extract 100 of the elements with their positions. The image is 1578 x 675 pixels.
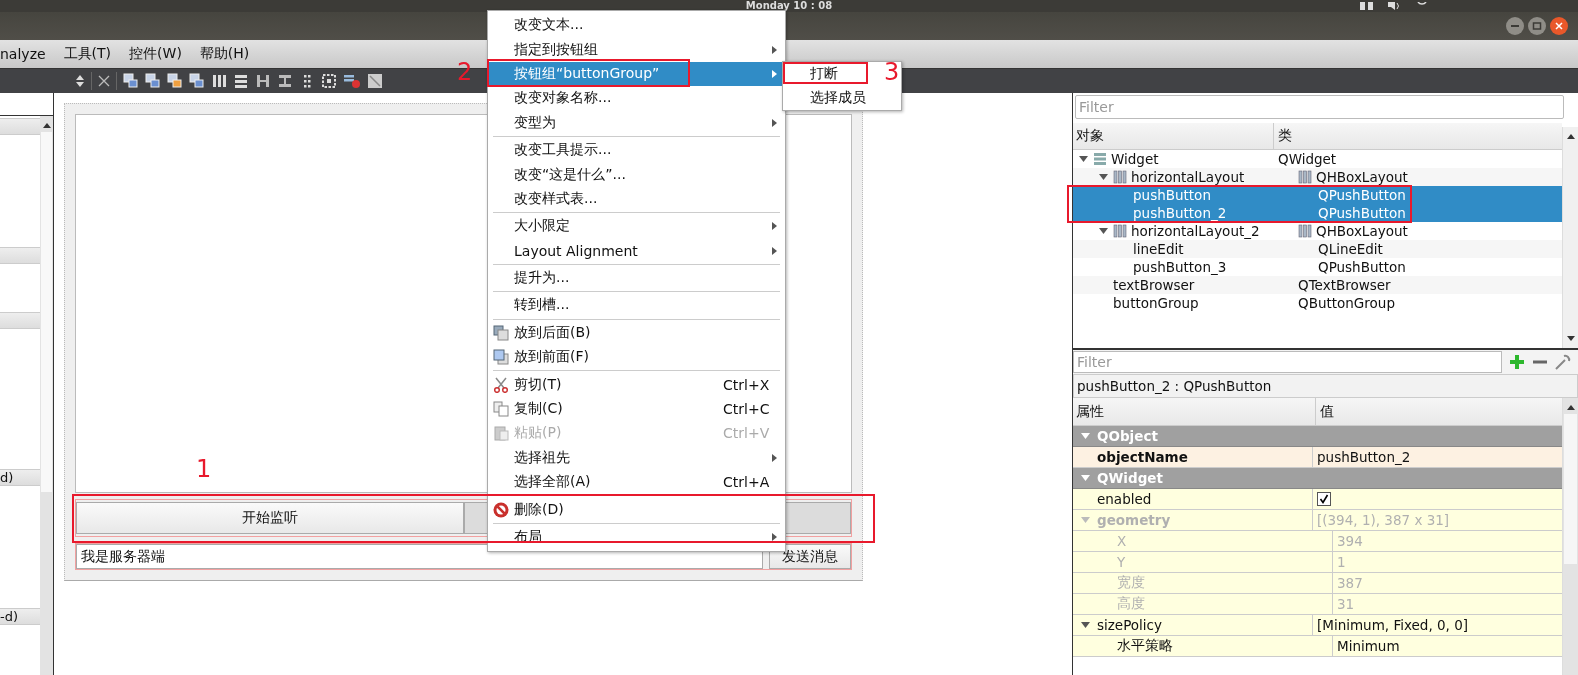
property-name: geometry [1097, 512, 1171, 528]
minimize-button[interactable] [1506, 17, 1524, 35]
send-button[interactable]: 发送消息 [769, 544, 851, 569]
up-down-arrows-icon[interactable] [75, 74, 85, 88]
annotation-number: 1 [196, 455, 212, 483]
tree-row[interactable]: Widget QWidget [1073, 150, 1562, 168]
scrollbar[interactable] [1562, 398, 1578, 675]
menu-item[interactable]: 改变文本... [488, 13, 785, 38]
expand-arrow-icon[interactable] [1098, 174, 1108, 180]
no-sign-icon [492, 500, 510, 519]
form-icon [1093, 152, 1107, 166]
expand-arrow-icon[interactable] [1098, 228, 1108, 234]
property-name: 宽度 [1117, 574, 1145, 592]
menu-item[interactable]: 放到前面(F) [488, 345, 785, 370]
tree-row[interactable]: horizontalLayout QHBoxLayout [1073, 168, 1562, 186]
expand-arrow-icon[interactable] [1080, 622, 1090, 628]
category-header[interactable]: d) [0, 469, 40, 486]
columns-icon [1113, 224, 1127, 238]
class-name: QPushButton [1318, 188, 1406, 202]
menu-item[interactable]: 工具(T) [61, 45, 114, 63]
menu-item[interactable]: 选择成员 [783, 86, 901, 110]
tree-row[interactable]: horizontalLayout_2 QHBoxLayout [1073, 222, 1562, 240]
menu-item[interactable]: 改变“这是什么”... [488, 162, 785, 187]
property-name: 高度 [1117, 595, 1145, 613]
menu-item[interactable]: 转到槽... [488, 293, 785, 318]
layout-icon[interactable] [233, 73, 249, 89]
class-name: QTextBrowser [1298, 278, 1391, 292]
object-name: horizontalLayout_2 [1131, 224, 1260, 238]
menu-item[interactable]: 剪切(T) Ctrl+X [488, 372, 785, 397]
object-name: pushButton [1133, 188, 1211, 202]
scroll-up-icon[interactable] [1566, 404, 1575, 410]
bring-front-icon [493, 349, 509, 366]
property-name: sizePolicy [1097, 617, 1162, 633]
scroll-down-icon[interactable] [1566, 336, 1575, 342]
menu-item[interactable]: 改变对象名称... [488, 86, 785, 111]
object-name: textBrowser [1113, 278, 1195, 292]
tree-row[interactable]: pushButton_3 QPushButton [1073, 258, 1562, 276]
edit-mode-icon[interactable] [189, 73, 205, 89]
scrollbar[interactable] [1562, 127, 1578, 348]
menu-item[interactable]: 选择全部(A) Ctrl+A [488, 470, 785, 495]
menu-item[interactable]: 复制(C) Ctrl+C [488, 396, 785, 422]
class-name: QWidget [1278, 152, 1337, 166]
menu-item[interactable]: 按钮组“buttonGroup” [488, 61, 785, 87]
layout-icon[interactable] [277, 73, 293, 89]
menu-item[interactable]: 变型为 [488, 110, 785, 135]
property-value[interactable]: pushButton_2 [1317, 449, 1411, 465]
property-value[interactable]: Minimum [1337, 638, 1400, 654]
tree-row[interactable]: textBrowser QTextBrowser [1073, 276, 1562, 294]
layout-icon[interactable] [321, 73, 337, 89]
layout-icon[interactable] [255, 73, 271, 89]
tree-row[interactable]: buttonGroup QButtonGroup [1073, 294, 1562, 312]
close-icon[interactable] [98, 75, 110, 87]
class-name: QButtonGroup [1298, 296, 1395, 310]
scrollbar[interactable] [40, 116, 53, 675]
property-name: enabled [1097, 491, 1152, 507]
layout-icon[interactable] [211, 73, 227, 89]
class-name: QLineEdit [1318, 242, 1383, 256]
menu-item[interactable]: Layout Alignment [488, 238, 785, 263]
clock: Monday 10 : 08 [745, 0, 833, 12]
maximize-button[interactable] [1528, 17, 1546, 35]
sound-icon[interactable] [1388, 2, 1402, 10]
maximize-icon [1532, 21, 1542, 31]
columns-icon [1113, 170, 1127, 184]
expand-arrow-icon[interactable] [1078, 156, 1088, 162]
menu-item[interactable]: 指定到按钮组 [488, 37, 785, 62]
edit-mode-icon[interactable] [167, 73, 183, 89]
columns-icon [1298, 224, 1312, 238]
menu-item[interactable]: 改变样式表... [488, 186, 785, 212]
menu-item[interactable]: nalyze [0, 46, 48, 62]
menu-item[interactable]: 删除(D) [488, 497, 785, 522]
class-name: QHBoxLayout [1316, 224, 1408, 238]
menu-item[interactable]: 控件(W) [127, 45, 184, 63]
break-layout-icon[interactable] [343, 73, 361, 89]
object-name: pushButton_2 [1133, 206, 1227, 220]
property-name: Y [1117, 554, 1126, 570]
tree-row[interactable]: pushButton_2 QPushButton [1073, 204, 1562, 222]
column-header[interactable]: 值 [1316, 398, 1562, 425]
menu-item[interactable]: 提升为... [488, 265, 785, 291]
menu-item[interactable]: 放到后面(B) [488, 320, 785, 346]
checkbox[interactable] [1317, 492, 1331, 506]
column-header[interactable]: 类 [1274, 123, 1562, 149]
category-header[interactable]: -d) [0, 608, 40, 625]
menu-item[interactable]: 选择祖先 [488, 445, 785, 471]
menu-item[interactable]: 帮助(H) [197, 45, 252, 63]
object-name: pushButton_3 [1133, 260, 1227, 274]
scroll-up-icon[interactable] [42, 122, 51, 128]
tree-row[interactable]: lineEdit QLineEdit [1073, 240, 1562, 258]
tree-row[interactable]: pushButton QPushButton [1073, 186, 1562, 204]
object-title: pushButton_2 : QPushButton [1073, 374, 1578, 398]
edit-mode-icon[interactable] [123, 73, 139, 89]
scroll-up-icon[interactable] [1566, 133, 1575, 139]
column-header[interactable]: 属性 [1073, 398, 1316, 425]
push-button[interactable]: 开始监听 [76, 502, 464, 534]
menu-item[interactable]: 改变工具提示... [488, 137, 785, 163]
column-header[interactable]: 对象 [1073, 123, 1274, 149]
adjust-size-icon[interactable] [367, 73, 383, 89]
close-button[interactable] [1550, 17, 1568, 35]
menu-item[interactable]: 大小限定 [488, 214, 785, 239]
edit-mode-icon[interactable] [145, 73, 161, 89]
property-value[interactable]: [Minimum, Fixed, 0, 0] [1317, 617, 1468, 633]
